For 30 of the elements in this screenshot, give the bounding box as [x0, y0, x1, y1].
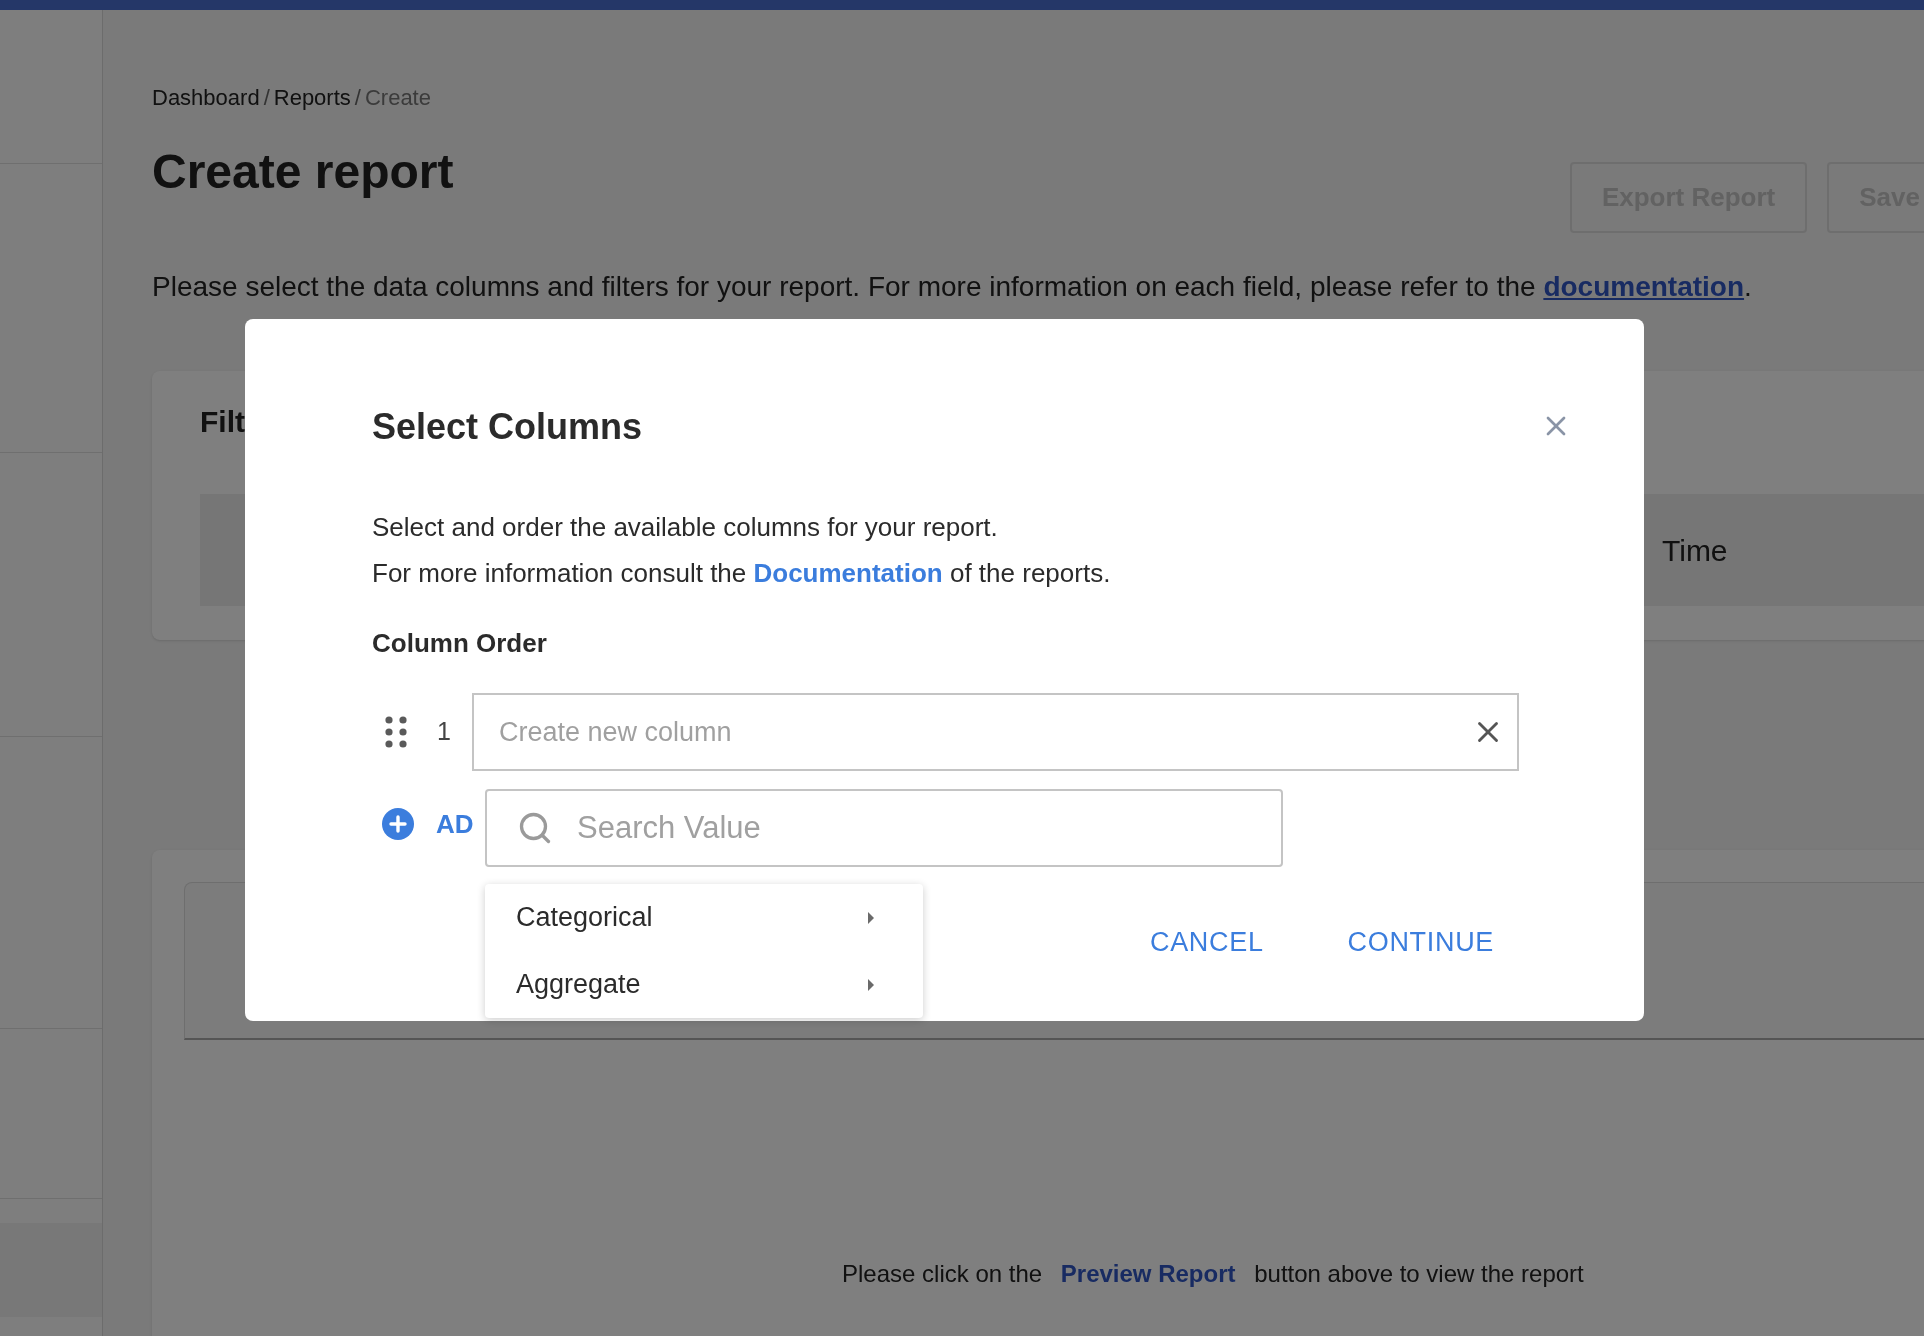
preview-report-link[interactable]: Preview Report [1060, 1260, 1236, 1287]
caret-icon [867, 910, 875, 925]
breadcrumb-link[interactable]: Dashboard [152, 84, 260, 112]
menu-item[interactable]: Aggregate [485, 951, 923, 1018]
drag-handle-icon[interactable] [385, 716, 407, 748]
caret-icon [867, 977, 875, 992]
description-text: Please select the data columns and filters for your report. For more information on each field, please refer to the documentation. [152, 270, 1753, 304]
add-column-button[interactable]: AD [382, 808, 474, 840]
breadcrumb-link[interactable]: Reports [273, 84, 351, 112]
menu-item[interactable]: Categorical [485, 884, 923, 951]
breadcrumb-separator: / [354, 84, 361, 112]
card-title: Filt [200, 407, 245, 437]
plus-circle-icon [382, 808, 414, 840]
column-number: 1 [437, 716, 452, 748]
preview-hint-text: Please click on the Preview Report button above to view the report [842, 1262, 1585, 1286]
intro-text: Select and order the available columns for your report. [372, 511, 998, 544]
info-text: For more information consult the Documentation of the reports. [372, 557, 1111, 590]
search-icon [517, 810, 553, 846]
search-field[interactable]: Search Value [485, 789, 1283, 867]
breadcrumb-link[interactable]: Create [364, 84, 431, 112]
column-input-field[interactable]: Create new column [472, 693, 1519, 771]
dialog-action-button[interactable]: CONTINUE [1331, 919, 1510, 965]
documentation-link[interactable]: documentation [1543, 271, 1745, 302]
column-header: Time [1662, 532, 1728, 569]
page-title: Create report [152, 144, 454, 200]
dialog-action-button[interactable]: CANCEL [1134, 919, 1280, 965]
breadcrumb-separator: / [263, 84, 270, 112]
documentation-link[interactable]: Documentation [753, 558, 943, 588]
dialog-title: Select Columns [372, 409, 643, 445]
section-title: Column Order [372, 627, 547, 659]
